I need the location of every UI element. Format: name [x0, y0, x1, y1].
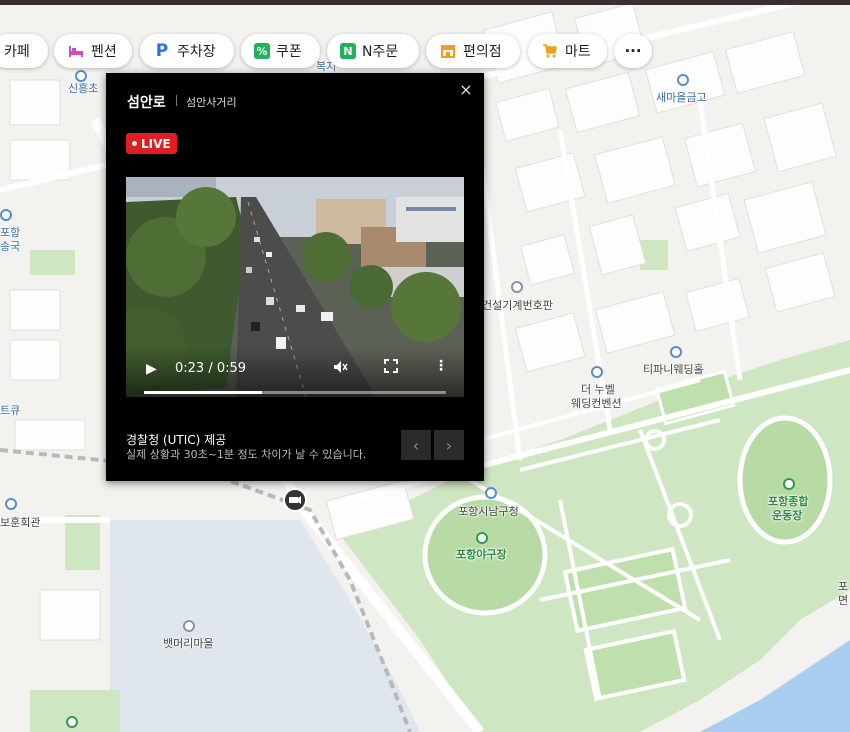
- play-icon[interactable]: ▶: [146, 361, 157, 377]
- map-label-seunggu[interactable]: 송국: [0, 238, 20, 254]
- sign-shop-marker[interactable]: [511, 281, 523, 293]
- chip-pension-label: 펜션: [91, 44, 117, 60]
- video-menu-icon[interactable]: ⋮: [434, 358, 448, 374]
- gu-office-marker[interactable]: [485, 487, 497, 499]
- map-label-saemaeul[interactable]: 새마을금고: [656, 89, 707, 105]
- bohun-marker[interactable]: [5, 498, 17, 510]
- chip-n-order-label: N주문: [362, 44, 399, 60]
- parking-icon: P: [155, 41, 169, 61]
- chip-coupon-label: 쿠폰: [276, 44, 302, 60]
- n-order-icon: N: [340, 43, 356, 59]
- chip-convenience-store[interactable]: 편의점: [426, 34, 520, 68]
- chip-n-order[interactable]: N N주문: [327, 34, 419, 68]
- map-label-stadium-2[interactable]: 운동장: [772, 507, 802, 523]
- camera-icon: [289, 496, 301, 504]
- chip-pension[interactable]: 펜션: [54, 34, 132, 68]
- live-label: LIVE: [141, 136, 171, 151]
- poi-marker-left[interactable]: [0, 209, 12, 221]
- next-camera-button[interactable]: ›: [434, 430, 464, 460]
- chip-mart[interactable]: 마트: [528, 34, 607, 68]
- tiffany-marker[interactable]: [670, 346, 682, 358]
- chip-mart-label: 마트: [565, 44, 591, 60]
- chevron-left-icon: ‹: [412, 435, 420, 455]
- map-label-sinheung[interactable]: 신흥초: [68, 80, 98, 96]
- chip-parking[interactable]: P 주차장: [140, 34, 234, 68]
- popup-title: 섬안로: [127, 95, 166, 111]
- chip-convenience-label: 편의점: [463, 44, 502, 60]
- chip-cafe[interactable]: 카페: [0, 34, 48, 68]
- chip-coupon[interactable]: % 쿠폰: [241, 34, 320, 68]
- popup-subtitle: 섬안사거리: [186, 96, 237, 109]
- live-dot-icon: [132, 141, 137, 146]
- chip-more-button[interactable]: ···: [614, 34, 652, 68]
- cctv-popup: 섬안로 섬안사거리 × LIVE ▶ 0:23 / 0:59 ⋮ 경찰청 (UT…: [106, 73, 484, 481]
- stadium-marker[interactable]: [783, 478, 795, 490]
- mute-icon[interactable]: [332, 359, 348, 379]
- map-label-thenubel-2[interactable]: 웨딩컨벤션: [571, 395, 622, 411]
- map-label-pohang-sinam[interactable]: 포항시남구청: [458, 503, 519, 519]
- park-marker-bottom[interactable]: [66, 716, 78, 728]
- thenubel-marker[interactable]: [591, 366, 603, 378]
- map-label-trae[interactable]: 트큐: [0, 402, 20, 418]
- map-label-tiffany[interactable]: 티파니웨딩홀: [643, 361, 704, 377]
- live-badge: LIVE: [126, 133, 177, 154]
- coupon-icon: %: [254, 43, 270, 59]
- map-label-baseball[interactable]: 포항야구장: [456, 546, 507, 562]
- baseball-marker[interactable]: [476, 532, 488, 544]
- video-progress-fill: [144, 391, 262, 394]
- more-icon: ···: [624, 42, 642, 60]
- delay-note: 실제 상황과 30초~1분 정도 차이가 날 수 있습니다.: [126, 448, 367, 461]
- village-marker[interactable]: [183, 620, 195, 632]
- map-label-myeon[interactable]: 면: [838, 592, 848, 608]
- chevron-right-icon: ›: [445, 435, 453, 455]
- map-label-baemeori[interactable]: 뱃머리마을: [163, 635, 214, 651]
- cart-icon: [541, 42, 559, 60]
- fullscreen-icon[interactable]: [384, 359, 398, 377]
- bank-marker[interactable]: [677, 74, 689, 86]
- prev-camera-button[interactable]: ‹: [401, 430, 431, 460]
- cctv-video-player[interactable]: ▶ 0:23 / 0:59 ⋮: [126, 177, 464, 397]
- close-icon[interactable]: ×: [458, 82, 474, 98]
- cctv-camera-marker[interactable]: [283, 488, 307, 512]
- bed-icon: [67, 42, 85, 60]
- store-icon: [439, 42, 457, 60]
- map-label-sign-shop[interactable]: 건설기계번호판: [482, 297, 553, 313]
- chip-parking-label: 주차장: [177, 44, 216, 60]
- video-progress-bar[interactable]: [144, 391, 446, 394]
- title-divider: [176, 95, 177, 106]
- video-time: 0:23 / 0:59: [175, 361, 247, 376]
- chip-cafe-label: 카페: [4, 44, 30, 60]
- map-label-bohun[interactable]: 보훈회관: [0, 514, 40, 530]
